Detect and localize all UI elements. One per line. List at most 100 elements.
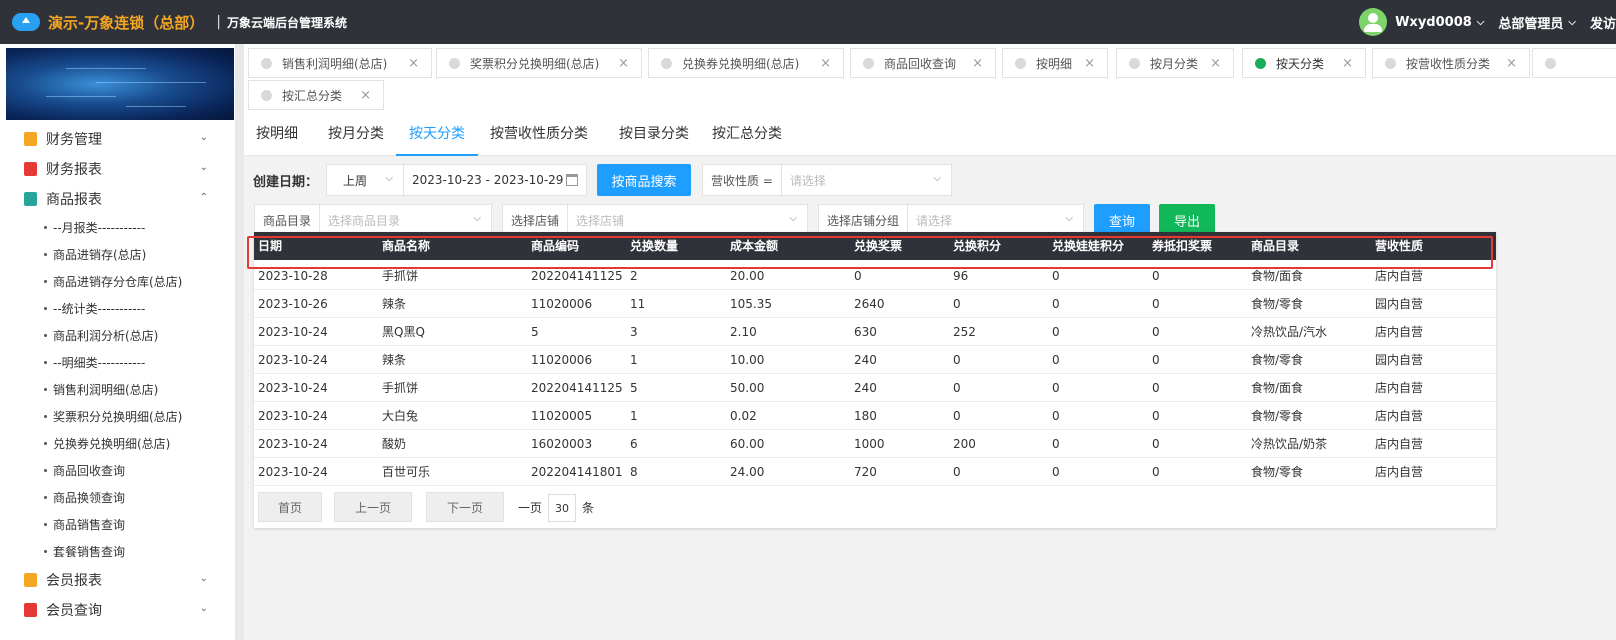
- sidebar-group[interactable]: 会员报表 ⌄: [0, 565, 236, 595]
- table-cell: 冷热饮品/汽水: [1251, 325, 1328, 339]
- table-cell: 冷热饮品/奶茶: [1251, 437, 1328, 451]
- page-tab[interactable]: 奖票积分兑换明细(总店) ×: [436, 48, 642, 78]
- sub-tab[interactable]: 按天分类: [396, 116, 478, 156]
- close-icon[interactable]: ×: [1506, 56, 1517, 71]
- table-cell: 0: [1152, 409, 1160, 423]
- close-icon[interactable]: ×: [972, 56, 983, 71]
- next-page-button[interactable]: 下一页: [426, 492, 504, 522]
- sub-tab[interactable]: 按明细: [248, 116, 306, 156]
- app-title: 演示-万象连锁（总部）: [48, 13, 205, 32]
- sidebar-sub-item-label: 商品进销存(总店): [53, 248, 147, 262]
- page-tab[interactable]: 销售利润明细(总店) ×: [248, 48, 432, 78]
- sidebar-sub-item[interactable]: --月报类-----------: [0, 214, 236, 241]
- per-page-prefix: 一页: [518, 501, 543, 515]
- table-cell: 0: [953, 297, 961, 311]
- sidebar-group[interactable]: 商品报表 ⌃: [0, 184, 236, 214]
- page-tab-label: 按月分类: [1150, 56, 1199, 71]
- revenue-type-select[interactable]: 营收性质 = 请选择 ⌵: [702, 164, 952, 196]
- sub-tab[interactable]: 按目录分类: [606, 116, 702, 156]
- sidebar-group-label: 会员查询: [46, 603, 102, 619]
- sidebar-sub-item-label: 奖票积分兑换明细(总店): [53, 410, 183, 424]
- store-group-placeholder: 请选择: [916, 213, 953, 228]
- bullet-icon: [44, 361, 47, 364]
- table-cell: 2.10: [730, 325, 757, 339]
- close-icon[interactable]: ×: [360, 88, 371, 103]
- close-icon[interactable]: ×: [1342, 56, 1353, 71]
- sidebar-group[interactable]: 财务管理 ⌄: [0, 124, 236, 154]
- table-cell: 辣条: [382, 353, 407, 367]
- close-icon[interactable]: ×: [820, 56, 831, 71]
- table-cell: 0: [1152, 325, 1160, 339]
- sidebar-sub-item-label: 商品换领查询: [53, 491, 126, 505]
- sidebar-sub-item[interactable]: 商品利润分析(总店): [0, 322, 236, 349]
- sidebar-sub-item[interactable]: 奖票积分兑换明细(总店): [0, 403, 236, 430]
- table-cell: 5: [531, 325, 539, 339]
- table-cell: 6: [630, 437, 638, 451]
- table-cell: 2023-10-24: [258, 409, 328, 423]
- sidebar-sub-item[interactable]: 商品进销存(总店): [0, 241, 236, 268]
- store-label: 选择店铺: [503, 205, 569, 235]
- bullet-icon: [44, 388, 47, 391]
- status-dot-icon: [1545, 57, 1556, 69]
- page-tab[interactable]: 按天分类 ×: [1242, 48, 1366, 78]
- store-group-label: 选择店铺分组: [819, 205, 909, 235]
- sidebar-sub-item-label: 销售利润明细(总店): [53, 383, 159, 397]
- page-tab[interactable]: 按月分类 ×: [1116, 48, 1234, 78]
- bullet-icon: [44, 253, 47, 256]
- sidebar-sub-item[interactable]: 套餐销售查询: [0, 538, 236, 565]
- sub-tab[interactable]: 按汇总分类: [704, 116, 790, 156]
- sidebar-sub-item[interactable]: 兑换券兑换明细(总店): [0, 430, 236, 457]
- page-tab[interactable]: 按营收性质分类 ×: [1372, 48, 1530, 78]
- sub-tab[interactable]: 按月分类: [316, 116, 396, 156]
- more-menu[interactable]: 发访: [1590, 13, 1616, 32]
- sidebar-sub-item[interactable]: --统计类-----------: [0, 295, 236, 322]
- close-icon[interactable]: ×: [618, 56, 629, 71]
- sidebar-sub-item[interactable]: 商品回收查询: [0, 457, 236, 484]
- page-tab[interactable]: 商品回收查询 ×: [850, 48, 996, 78]
- bullet-icon: [44, 469, 47, 472]
- bullet-icon: [44, 550, 47, 553]
- sidebar-sub-item[interactable]: 商品换领查询: [0, 484, 236, 511]
- period-select[interactable]: 上周 ⌵: [326, 164, 404, 196]
- per-page-input[interactable]: 30: [548, 494, 576, 522]
- table-cell: 黑Q黑Q: [382, 325, 425, 339]
- sidebar-sub-item[interactable]: 销售利润明细(总店): [0, 376, 236, 403]
- sidebar-group[interactable]: 财务报表 ⌄: [0, 154, 236, 184]
- sidebar-sub-item[interactable]: --明细类-----------: [0, 349, 236, 376]
- sidebar-group-label: 会员报表: [46, 573, 102, 589]
- table-cell: 0: [953, 381, 961, 395]
- avatar[interactable]: [1359, 8, 1388, 36]
- close-icon[interactable]: ×: [1084, 56, 1095, 71]
- search-by-goods-button[interactable]: 按商品搜索: [597, 164, 691, 196]
- role-menu[interactable]: 总部管理员 ⌵: [1498, 13, 1576, 32]
- table-cell: 店内自营: [1375, 465, 1424, 479]
- prev-page-button[interactable]: 上一页: [334, 492, 412, 522]
- sidebar-sub-item[interactable]: 商品销售查询: [0, 511, 236, 538]
- sidebar-sub-item[interactable]: 商品进销存分仓库(总店): [0, 268, 236, 295]
- table-row: 2023-10-24 辣条 11020006 1 10.00 240 0 0 0 食物/零食 园内自…: [254, 346, 1496, 374]
- bullet-icon: [44, 334, 47, 337]
- sidebar-group-label: 商品报表: [46, 192, 102, 208]
- sub-tab[interactable]: 按营收性质分类: [480, 116, 598, 156]
- table-cell: 店内自营: [1375, 437, 1424, 451]
- sidebar-scrollbar[interactable]: [236, 44, 244, 640]
- table-cell: 0: [1052, 353, 1060, 367]
- date-range-input[interactable]: 2023-10-23 - 2023-10-29: [403, 164, 587, 196]
- user-menu[interactable]: Wxyd0008 ⌵: [1395, 15, 1484, 30]
- close-icon[interactable]: ×: [1210, 56, 1221, 71]
- page-tab-overflow[interactable]: [1532, 48, 1616, 78]
- table-cell: 1000: [854, 437, 885, 451]
- page-tab[interactable]: 兑换券兑换明细(总店) ×: [648, 48, 844, 78]
- sidebar-group[interactable]: 会员查询 ⌄: [0, 595, 236, 625]
- sub-tabs: 按明细 按月分类 按天分类 按营收性质分类 按目录分类 按汇总分类: [244, 116, 1616, 156]
- status-dot-icon: [1385, 57, 1396, 69]
- sidebar-sub-item-label: --明细类-----------: [53, 356, 146, 370]
- close-icon[interactable]: ×: [408, 56, 419, 71]
- table-cell: 2023-10-24: [258, 381, 328, 395]
- table-cell: 1: [630, 409, 638, 423]
- page-tab[interactable]: 按明细 ×: [1002, 48, 1108, 78]
- page-tab[interactable]: 按汇总分类 ×: [248, 80, 384, 110]
- first-page-button[interactable]: 首页: [258, 492, 322, 522]
- table-cell: 食物/零食: [1251, 353, 1304, 367]
- calendar-icon[interactable]: [566, 174, 578, 186]
